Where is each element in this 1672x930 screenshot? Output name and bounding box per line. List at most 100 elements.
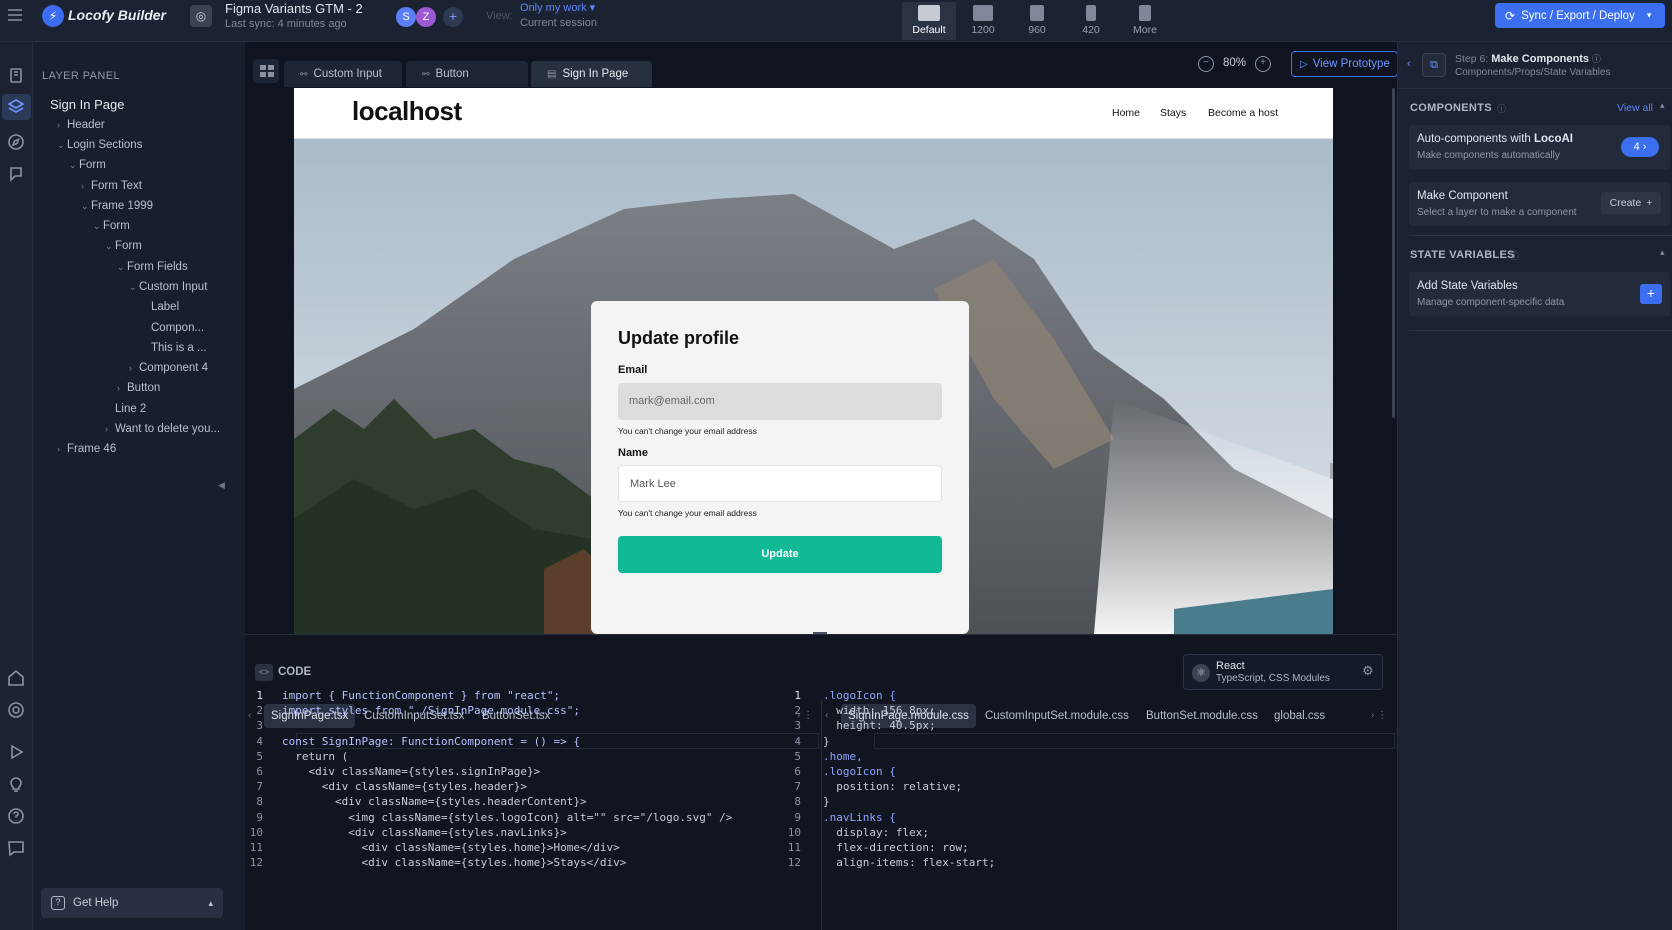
collapse-icon[interactable]: ▴ <box>1660 100 1665 111</box>
layer-item[interactable]: Compon... <box>141 322 204 334</box>
chevron-right-icon[interactable]: › <box>105 424 115 434</box>
device-more[interactable]: More <box>1118 2 1172 40</box>
get-help-button[interactable]: ? Get Help ▴ <box>41 888 223 918</box>
layer-item[interactable]: ⌄ Custom Input <box>129 281 207 293</box>
chevron-down-icon[interactable]: ⌄ <box>93 221 103 232</box>
framework-sub: TypeScript, CSS Modules <box>1216 673 1330 684</box>
collapse-icon[interactable]: ▴ <box>1660 247 1665 258</box>
preview-nav-host[interactable]: Become a host <box>1208 107 1278 119</box>
help-icon[interactable] <box>6 806 26 826</box>
line-number: 7 <box>256 780 263 794</box>
layer-item[interactable]: › Frame 46 <box>57 443 116 455</box>
code-line: import { FunctionComponent } from "react… <box>282 689 561 702</box>
update-button[interactable]: Update <box>618 536 942 573</box>
layer-item[interactable]: This is a ... <box>141 342 207 354</box>
preview-nav-home[interactable]: Home <box>1112 107 1140 119</box>
make-component-card[interactable]: Make Component Select a layer to make a … <box>1409 182 1670 226</box>
create-component-button[interactable]: Create + <box>1601 192 1661 214</box>
device-420[interactable]: 420 <box>1064 2 1118 40</box>
line-number: 9 <box>256 810 263 824</box>
device-960[interactable]: 960 <box>1010 2 1064 40</box>
settings-icon[interactable] <box>6 700 26 720</box>
project-title[interactable]: Figma Variants GTM - 2 <box>225 1 363 16</box>
home-icon[interactable] <box>6 668 26 688</box>
layer-item[interactable]: › Button <box>117 382 160 394</box>
chevron-down-icon[interactable]: ⌄ <box>81 201 91 212</box>
view-dropdown[interactable]: Only my work ▾ <box>520 1 595 14</box>
line-number: 11 <box>249 841 263 854</box>
tab-sign-in-page[interactable]: ▤ Sign In Page <box>531 61 652 87</box>
code-line: <div className={styles.header}> <box>282 780 528 794</box>
zoom-in-icon[interactable]: + <box>1255 56 1271 72</box>
components-section-title: COMPONENTS <box>1410 102 1492 114</box>
file-tab-buttonset-css[interactable]: ButtonSet.module.css <box>1139 704 1265 728</box>
tab-custom-input[interactable]: ⚯ Custom Input <box>284 61 402 87</box>
layer-item[interactable]: › Component 4 <box>129 362 208 374</box>
sync-export-deploy-button[interactable]: ⟳ Sync / Export / Deploy ▾ <box>1495 3 1665 28</box>
device-default[interactable]: Default <box>902 2 956 40</box>
canvas-scrollbar[interactable] <box>1392 88 1395 418</box>
code-line: <div className={styles.headerContent}> <box>282 795 587 809</box>
chevron-right-icon[interactable]: › <box>117 383 127 393</box>
zoom-out-icon[interactable]: − <box>1198 56 1214 72</box>
layer-item[interactable]: Line 2 <box>105 403 146 415</box>
compass-icon[interactable] <box>6 132 26 152</box>
add-state-button[interactable]: + <box>1640 284 1662 304</box>
file-tab-global-css[interactable]: global.css <box>1267 704 1332 728</box>
resize-handle[interactable] <box>1330 463 1333 479</box>
chevron-right-icon[interactable]: › <box>57 120 67 130</box>
chevron-down-icon[interactable]: ⌄ <box>57 140 67 151</box>
tab-button[interactable]: ⚯ Button <box>406 61 528 87</box>
chevron-down-icon[interactable]: ⌄ <box>129 282 139 293</box>
add-state-variables-card[interactable]: Add State Variables Manage component-spe… <box>1409 272 1670 316</box>
layer-item[interactable]: › Want to delete you... <box>105 423 220 435</box>
step-back-arrow[interactable]: ‹ <box>1407 58 1411 70</box>
chevron-down-icon[interactable]: ⌄ <box>117 262 127 273</box>
layer-item[interactable]: ⌄ Frame 1999 <box>81 200 153 212</box>
right-files-next-arrow[interactable]: › ⋮ <box>1371 710 1387 721</box>
preview-nav-stays[interactable]: Stays <box>1160 107 1186 119</box>
lightbulb-icon[interactable] <box>6 774 26 794</box>
pages-grid-button[interactable] <box>253 59 279 83</box>
code-line: width: 156.8px; <box>823 704 936 718</box>
layer-item[interactable]: ⌄ Form <box>69 159 106 171</box>
view-all-link[interactable]: View all <box>1617 102 1653 114</box>
device-1200[interactable]: 1200 <box>956 2 1010 40</box>
view-prototype-button[interactable]: ▷ View Prototype <box>1291 51 1398 77</box>
layer-item[interactable]: ⌄ Login Sections <box>57 139 142 151</box>
play-icon[interactable] <box>6 742 26 762</box>
collapse-panel-arrow[interactable]: ◀ <box>218 480 225 491</box>
layer-item[interactable]: › Header <box>57 119 105 131</box>
page-icon: ▤ <box>547 68 557 80</box>
avatar[interactable]: S <box>396 7 416 27</box>
layer-item[interactable]: › Form Text <box>81 180 142 192</box>
step-icon: ⧉ <box>1422 53 1446 77</box>
file-tab-custominputset-css[interactable]: CustomInputSet.module.css <box>978 704 1136 728</box>
settings-icon[interactable]: ⚙ <box>1362 663 1374 679</box>
chevron-right-icon[interactable]: › <box>129 363 139 373</box>
avatar[interactable]: Z <box>416 7 436 27</box>
email-field[interactable]: mark@email.com <box>618 383 942 420</box>
chevron-right-icon[interactable]: › <box>57 444 67 454</box>
name-field[interactable]: Mark Lee <box>618 465 942 502</box>
line-number: 7 <box>794 780 801 794</box>
zoom-level[interactable]: 80% <box>1223 57 1246 69</box>
auto-components-count-badge[interactable]: 4 › <box>1621 137 1659 157</box>
component-icon: ⚯ <box>422 68 430 79</box>
layer-item[interactable]: ⌄ Form <box>105 240 142 252</box>
layer-item[interactable]: ⌄ Form <box>93 220 130 232</box>
framework-selector[interactable]: ⚛ React TypeScript, CSS Modules ⚙ <box>1183 654 1383 690</box>
chevron-down-icon[interactable]: ⌄ <box>105 241 115 252</box>
auto-components-card[interactable]: Auto-components with LocoAI Make compone… <box>1409 125 1670 169</box>
layer-item[interactable]: ⌄ Form Fields <box>117 261 188 273</box>
pages-icon[interactable] <box>6 66 26 86</box>
chevron-right-icon[interactable]: › <box>81 181 91 191</box>
page-name[interactable]: Sign In Page <box>50 97 124 112</box>
hamburger-menu-icon[interactable] <box>5 5 25 25</box>
chat-icon[interactable] <box>6 838 26 858</box>
code-line: align-items: flex-start; <box>823 856 996 870</box>
chevron-down-icon[interactable]: ⌄ <box>69 160 79 171</box>
layer-item[interactable]: Label <box>141 301 179 313</box>
add-collaborator-button[interactable]: + <box>443 7 463 27</box>
components-icon[interactable] <box>6 164 26 184</box>
